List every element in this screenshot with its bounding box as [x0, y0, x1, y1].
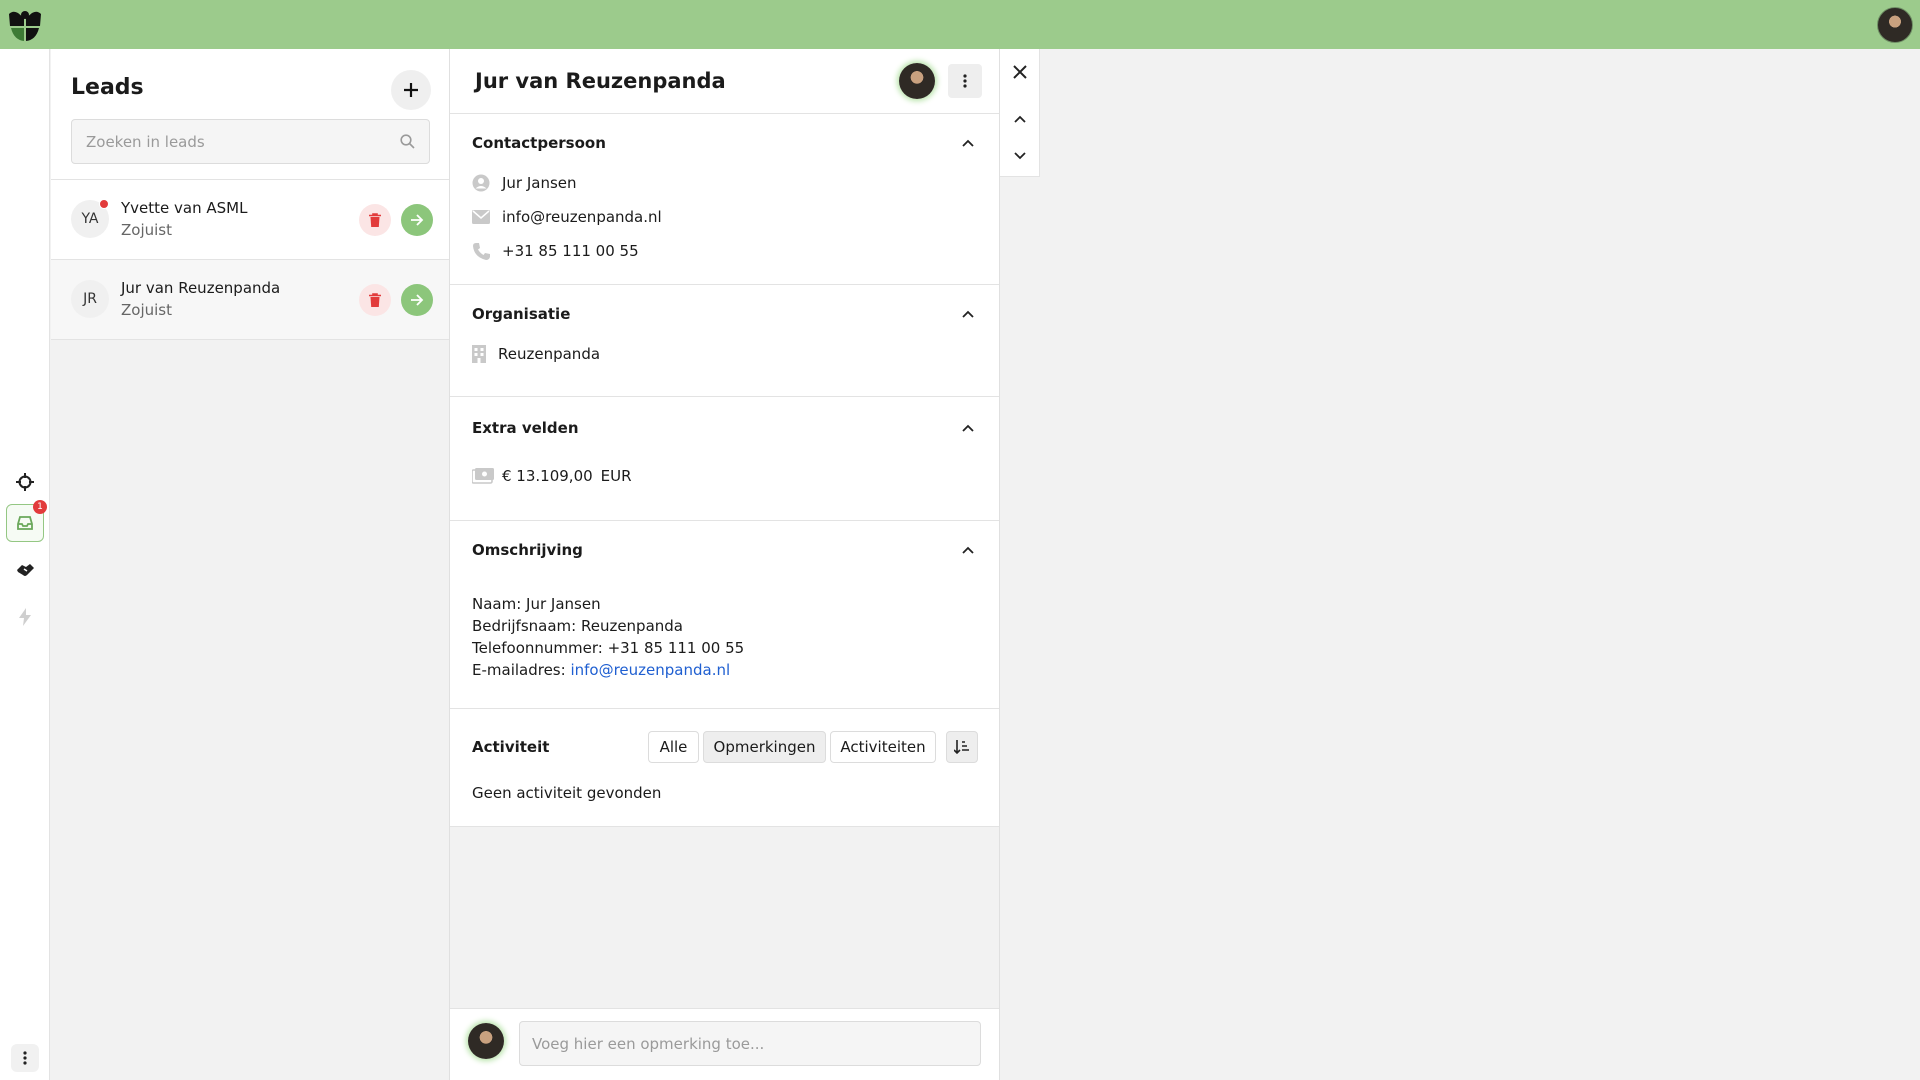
side-rail: 1 [0, 49, 50, 1080]
user-avatar[interactable] [1877, 7, 1913, 43]
trash-icon [369, 213, 381, 227]
trash-icon [369, 293, 381, 307]
amount-currency: EUR [600, 467, 632, 485]
description-section: Omschrijving Naam: Jur Jansen Bedrijfsna… [450, 521, 999, 709]
description-text: Naam: Jur Jansen Bedrijfsnaam: Reuzenpan… [472, 593, 744, 681]
section-title: Activiteit [472, 738, 550, 756]
organisation-row: Reuzenpanda [472, 345, 600, 363]
search-input[interactable] [86, 132, 400, 151]
lead-item[interactable]: JR Jur van Reuzenpanda Zojuist [51, 260, 449, 340]
activity-empty: Geen activiteit gevonden [472, 784, 662, 802]
arrow-right-icon [411, 214, 424, 226]
inbox-icon[interactable]: 1 [6, 500, 47, 542]
envelope-icon [472, 208, 490, 226]
close-icon[interactable] [1012, 64, 1028, 80]
filter-comments-button[interactable]: Opmerkingen [703, 731, 826, 763]
comment-bar [450, 1008, 999, 1080]
leads-title: Leads [71, 75, 144, 100]
unread-dot [99, 199, 109, 209]
delete-lead-button[interactable] [359, 284, 391, 316]
leads-header: Leads [51, 49, 449, 180]
person-icon [472, 174, 490, 192]
contact-section: Contactpersoon Jur Jansen info@reuzenpan… [450, 114, 999, 285]
description-line: E-mailadres: info@reuzenpanda.nl [472, 659, 744, 681]
organisation-name: Reuzenpanda [498, 345, 601, 363]
extra-fields-section: Extra velden € 13.109,00 EUR [450, 397, 999, 521]
lead-name: Jur van Reuzenpanda [121, 279, 281, 297]
chevron-up-icon[interactable] [1012, 112, 1028, 128]
lead-name: Yvette van ASML [121, 199, 248, 217]
contact-name: Jur Jansen [502, 174, 577, 192]
detail-nav-panel [1000, 49, 1040, 177]
section-title: Omschrijving [472, 541, 583, 559]
delete-lead-button[interactable] [359, 204, 391, 236]
amount-value: € 13.109,00 [502, 467, 593, 485]
top-bar [0, 0, 1920, 49]
money-icon [472, 467, 494, 485]
contact-phone-row: +31 85 111 00 55 [472, 242, 639, 260]
arrow-right-icon [411, 294, 424, 306]
lead-avatar: JR [71, 280, 109, 318]
description-line: Telefoonnummer: +31 85 111 00 55 [472, 639, 745, 657]
email-link[interactable]: info@reuzenpanda.nl [570, 661, 730, 679]
contact-name-row: Jur Jansen [472, 174, 577, 192]
detail-title: Jur van Reuzenpanda [475, 69, 726, 93]
amount-row: € 13.109,00 EUR [472, 467, 632, 485]
search-icon[interactable] [400, 134, 415, 149]
open-lead-button[interactable] [401, 284, 433, 316]
organisation-section: Organisatie Reuzenpanda [450, 285, 999, 397]
chevron-up-icon[interactable] [960, 136, 976, 152]
leads-panel: Leads YA Yvette van ASML Zojuist JR Jur … [51, 49, 450, 1080]
filter-activities-button[interactable]: Activiteiten [830, 731, 936, 763]
filter-all-button[interactable]: Alle [648, 731, 699, 763]
logo-icon[interactable] [8, 10, 42, 42]
kebab-icon [963, 74, 967, 88]
lead-item[interactable]: YA Yvette van ASML Zojuist [51, 180, 449, 260]
handshake-icon[interactable] [6, 551, 44, 589]
owner-avatar[interactable] [899, 63, 935, 99]
inbox-badge: 1 [33, 500, 47, 514]
add-lead-button[interactable] [391, 70, 431, 110]
detail-header: Jur van Reuzenpanda [450, 49, 999, 114]
lightning-icon[interactable] [6, 598, 44, 636]
contact-email-row: info@reuzenpanda.nl [472, 208, 662, 226]
email-label: E-mailadres: [472, 661, 571, 679]
current-user-avatar [468, 1023, 504, 1059]
lead-search [71, 119, 430, 164]
sort-icon [954, 740, 969, 754]
crosshair-icon[interactable] [6, 463, 44, 501]
section-title: Organisatie [472, 305, 571, 323]
description-line: Bedrijfsnaam: Reuzenpanda [472, 617, 683, 635]
lead-time: Zojuist [121, 221, 172, 239]
description-line: Naam: Jur Jansen [472, 595, 601, 613]
lead-time: Zojuist [121, 301, 172, 319]
detail-menu-button[interactable] [948, 64, 982, 98]
chevron-up-icon[interactable] [960, 421, 976, 437]
open-lead-button[interactable] [401, 204, 433, 236]
chevron-down-icon[interactable] [1012, 147, 1028, 163]
section-title: Extra velden [472, 419, 579, 437]
activity-section: Activiteit Alle Opmerkingen Activiteiten… [450, 709, 999, 827]
chevron-up-icon[interactable] [960, 543, 976, 559]
building-icon [472, 345, 486, 363]
sort-button[interactable] [946, 731, 978, 763]
more-menu-icon[interactable] [11, 1044, 39, 1072]
lead-detail-panel: Jur van Reuzenpanda Contactpersoon Jur J… [450, 49, 1000, 1080]
comment-input[interactable] [519, 1021, 981, 1066]
contact-email[interactable]: info@reuzenpanda.nl [502, 208, 662, 226]
contact-phone[interactable]: +31 85 111 00 55 [502, 242, 639, 260]
phone-icon [472, 242, 490, 260]
chevron-up-icon[interactable] [960, 307, 976, 323]
section-title: Contactpersoon [472, 134, 606, 152]
plus-icon [404, 83, 418, 97]
